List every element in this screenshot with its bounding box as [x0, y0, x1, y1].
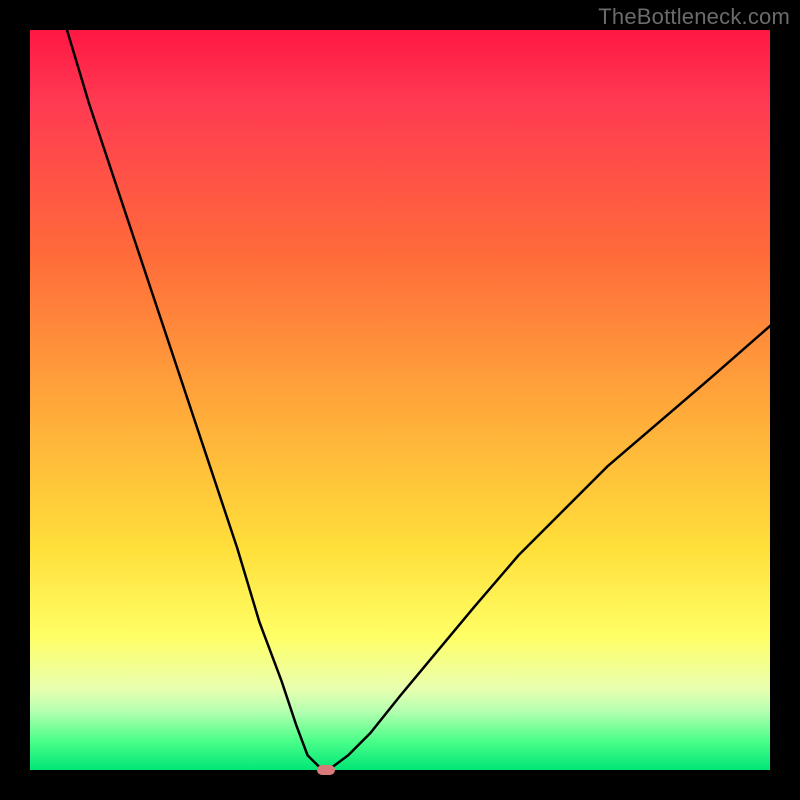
watermark-text: TheBottleneck.com	[598, 4, 790, 30]
minimum-marker-icon	[317, 765, 335, 775]
bottleneck-curve	[30, 30, 770, 770]
plot-area	[30, 30, 770, 770]
chart-frame: TheBottleneck.com	[0, 0, 800, 800]
